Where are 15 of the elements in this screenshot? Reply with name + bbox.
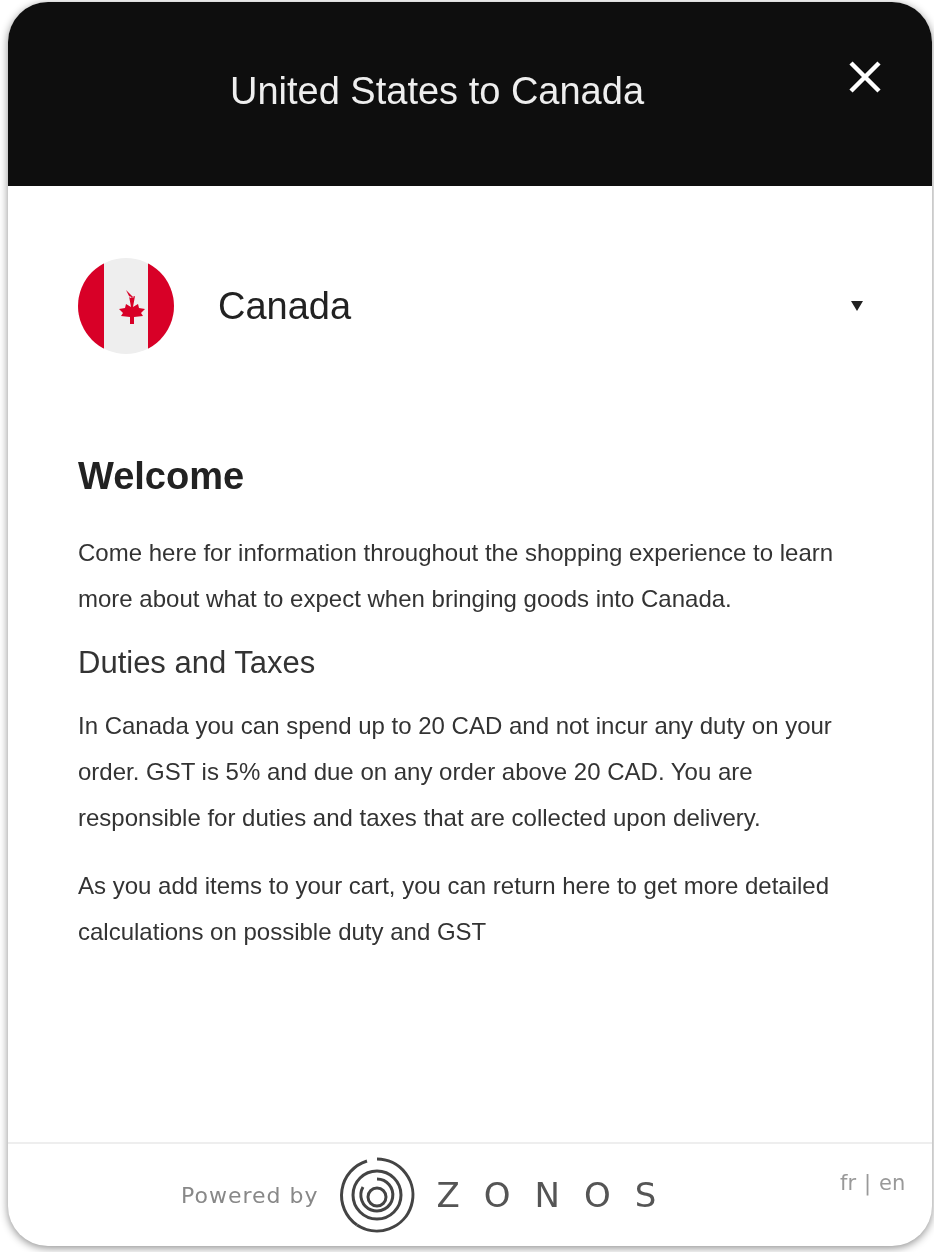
country-dropdown[interactable]: Canada: [78, 258, 864, 354]
subheading: Duties and Taxes: [78, 643, 317, 681]
heading: Welcome: [78, 454, 246, 499]
modal-title: United States to Canada: [229, 68, 645, 114]
separator: |: [864, 1170, 872, 1198]
paragraph: In Canada you can spend up to 20 CAD and not incur any duty on your order. GST is 5% and due on any order above 20 CAD. You are responsible for duties and taxes that are collected upon delivery.: [78, 710, 833, 833]
powered-by-label: Powered by: [181, 1181, 319, 1210]
paragraph: Come here for information throughout the shopping experience to learn more about what to expect when bringing goods into Canada.: [78, 537, 835, 614]
brand-name: ZONOS: [436, 1173, 681, 1217]
language-link[interactable]: fr: [840, 1168, 857, 1200]
close-icon: [848, 60, 882, 94]
caret-icon: [850, 300, 864, 312]
paragraph: As you add items to your cart, you can return here to get more detailed calculations on possible duty and GST: [78, 870, 831, 947]
language-link[interactable]: en: [879, 1168, 906, 1200]
close-button[interactable]: [848, 60, 882, 94]
